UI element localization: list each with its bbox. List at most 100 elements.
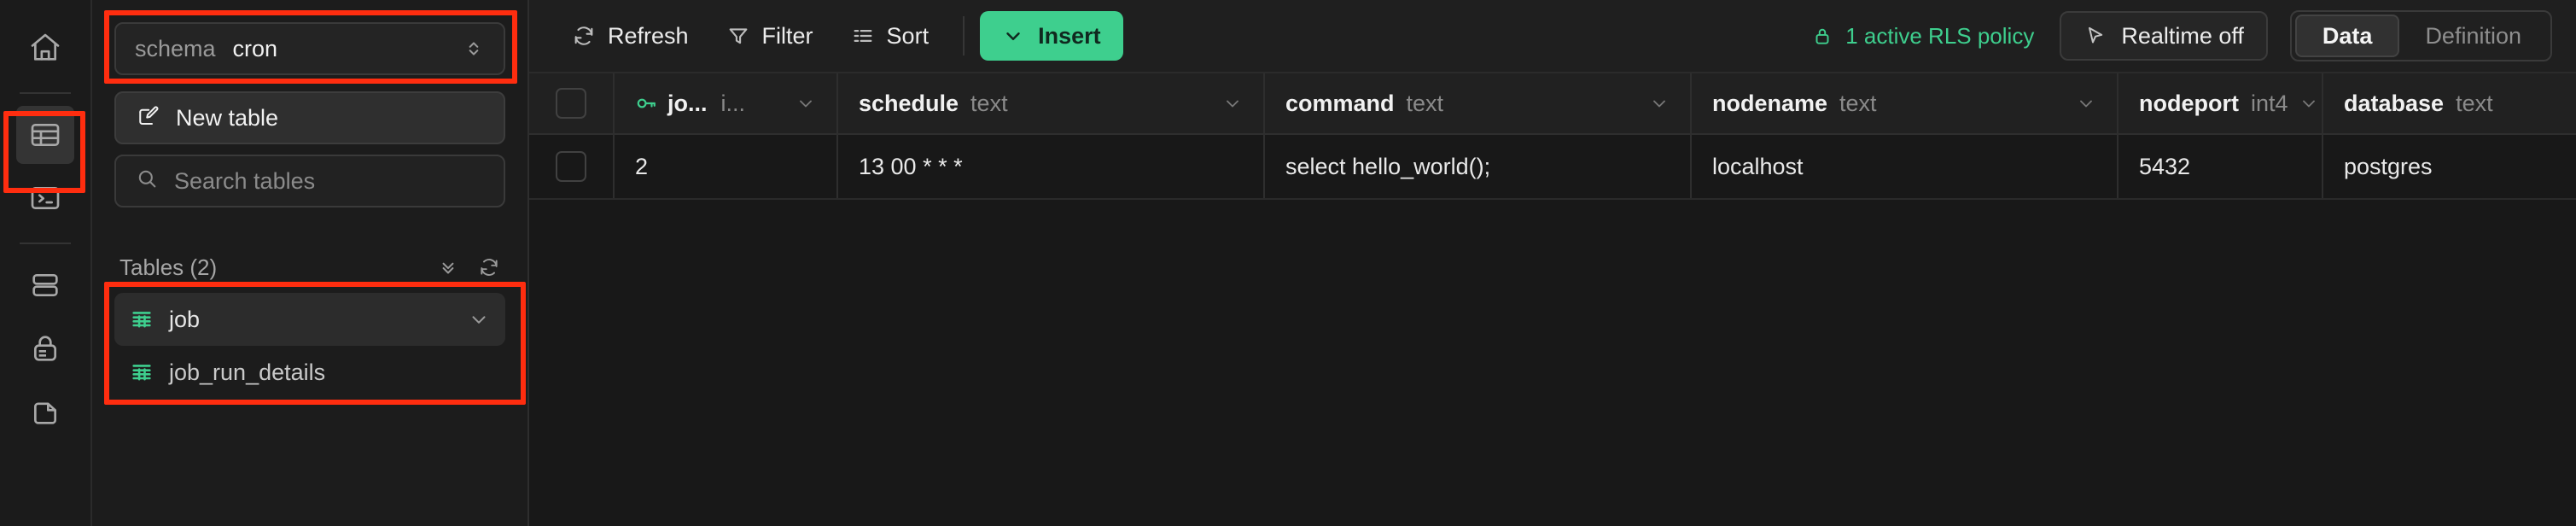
search-tables-box[interactable]: Search tables: [114, 155, 505, 207]
column-header-name: jo...: [667, 90, 708, 116]
refresh-icon: [572, 24, 596, 48]
sort-icon: [851, 24, 875, 48]
column-header-command[interactable]: command text: [1265, 73, 1692, 133]
refresh-tables-icon[interactable]: [478, 256, 500, 278]
tab-definition-label: Definition: [2425, 22, 2521, 49]
realtime-toggle-button[interactable]: Realtime off: [2060, 11, 2268, 61]
table-editor-icon: [28, 118, 62, 152]
cell-schedule[interactable]: 13 00 * * *: [838, 135, 1265, 198]
tables-sidebar: schema cron New table Search tables Tabl…: [92, 0, 529, 526]
lock-icon: [1811, 25, 1833, 47]
sidebar-item-table-editor[interactable]: [16, 106, 74, 164]
column-header-type: text: [970, 90, 1008, 116]
chevron-up-down-icon: [463, 38, 485, 60]
cell-database[interactable]: postgres: [2323, 135, 2576, 198]
tab-data[interactable]: Data: [2294, 15, 2400, 57]
column-header-nodeport[interactable]: nodeport int4: [2118, 73, 2323, 133]
chevron-down-icon[interactable]: [468, 308, 490, 330]
column-header-name: nodename: [1712, 90, 1828, 116]
database-icon: [28, 268, 62, 302]
schema-selector-wrap: schema cron: [114, 0, 505, 75]
sort-button[interactable]: Sort: [832, 12, 948, 60]
main-panel: Refresh Filter Sort Insert 1 active RLS …: [529, 0, 2576, 526]
tables-section-header: Tables (2): [114, 250, 505, 284]
left-icon-rail: [0, 0, 92, 526]
rail-divider-1: [20, 92, 71, 94]
row-checkbox[interactable]: [556, 151, 586, 182]
sidebar-item-home[interactable]: [16, 19, 74, 77]
schema-value: cron: [232, 35, 278, 61]
chevron-down-icon: [1002, 25, 1024, 47]
collapse-all-chevrons-icon[interactable]: [437, 256, 459, 278]
rls-policy-label: 1 active RLS policy: [1845, 22, 2035, 49]
column-header-name: database: [2344, 90, 2445, 116]
refresh-label: Refresh: [608, 22, 689, 49]
column-header-type: text: [2456, 90, 2493, 116]
column-header-nodename[interactable]: nodename text: [1692, 73, 2118, 133]
refresh-button[interactable]: Refresh: [553, 12, 708, 60]
table-editor-app: schema cron New table Search tables Tabl…: [0, 0, 2576, 526]
list-item-table-job-run-details[interactable]: job_run_details: [114, 346, 505, 399]
select-all-checkbox[interactable]: [556, 88, 586, 119]
table-row[interactable]: 2 13 00 * * * select hello_world(); loca…: [529, 135, 2576, 200]
filter-button[interactable]: Filter: [708, 12, 832, 60]
auth-lock-icon: [28, 331, 62, 365]
row-select-cell[interactable]: [529, 135, 615, 198]
filter-label: Filter: [761, 22, 813, 49]
chevron-down-icon[interactable]: [1639, 93, 1670, 114]
cell-jobid[interactable]: 2: [615, 135, 838, 198]
filter-icon: [726, 24, 750, 48]
column-header-name: schedule: [859, 90, 959, 116]
cursor-pointer-icon: [2084, 24, 2107, 48]
schema-select[interactable]: schema cron: [114, 22, 505, 75]
grid-header-row: jo... i... schedule text command text no…: [529, 73, 2576, 135]
list-item-label: job_run_details: [169, 359, 326, 385]
column-header-type: text: [1839, 90, 1877, 116]
cell-nodeport[interactable]: 5432: [2118, 135, 2323, 198]
grid-toolbar: Refresh Filter Sort Insert 1 active RLS …: [529, 0, 2576, 73]
column-header-schedule[interactable]: schedule text: [838, 73, 1265, 133]
toolbar-divider: [963, 16, 965, 56]
schema-label: schema: [135, 35, 216, 61]
column-header-jobid[interactable]: jo... i...: [615, 73, 838, 133]
rail-divider-2: [20, 243, 71, 244]
cell-command[interactable]: select hello_world();: [1265, 135, 1692, 198]
rls-policy-badge[interactable]: 1 active RLS policy: [1811, 23, 2060, 50]
insert-label: Insert: [1038, 22, 1101, 49]
search-icon: [135, 167, 159, 196]
tables-list: job job_run_details: [114, 293, 505, 399]
primary-key-icon: [635, 92, 657, 114]
data-grid: jo... i... schedule text command text no…: [529, 73, 2576, 526]
new-table-label: New table: [176, 104, 279, 131]
column-header-name: nodeport: [2139, 90, 2239, 116]
column-header-name: command: [1285, 90, 1395, 116]
storage-icon: [28, 394, 62, 429]
table-grid-icon: [130, 307, 154, 331]
cell-nodename[interactable]: localhost: [1692, 135, 2118, 198]
column-header-type: int4: [2250, 90, 2288, 116]
sort-label: Sort: [886, 22, 930, 49]
sidebar-item-storage[interactable]: [16, 383, 74, 441]
view-mode-segmented-control: Data Definition: [2289, 10, 2552, 61]
tab-data-label: Data: [2322, 22, 2373, 49]
sidebar-item-authentication[interactable]: [16, 319, 74, 377]
sql-editor-icon: [28, 181, 62, 215]
chevron-down-icon[interactable]: [785, 93, 816, 114]
list-item-table-job[interactable]: job: [114, 293, 505, 346]
chevron-down-icon[interactable]: [2066, 93, 2096, 114]
chevron-down-icon[interactable]: [2288, 93, 2319, 114]
table-grid-icon: [130, 360, 154, 384]
new-table-button[interactable]: New table: [114, 91, 505, 144]
insert-button[interactable]: Insert: [980, 11, 1123, 61]
realtime-label: Realtime off: [2121, 22, 2244, 49]
home-icon: [28, 31, 62, 65]
search-input[interactable]: Search tables: [174, 168, 315, 195]
column-header-database[interactable]: database text: [2323, 73, 2576, 133]
tab-definition[interactable]: Definition: [2399, 15, 2547, 57]
select-all-cell[interactable]: [529, 73, 615, 133]
column-header-type: i...: [720, 90, 746, 116]
edit-square-icon: [135, 102, 160, 134]
sidebar-item-database[interactable]: [16, 256, 74, 314]
chevron-down-icon[interactable]: [1212, 93, 1243, 114]
sidebar-item-sql-editor[interactable]: [16, 169, 74, 227]
